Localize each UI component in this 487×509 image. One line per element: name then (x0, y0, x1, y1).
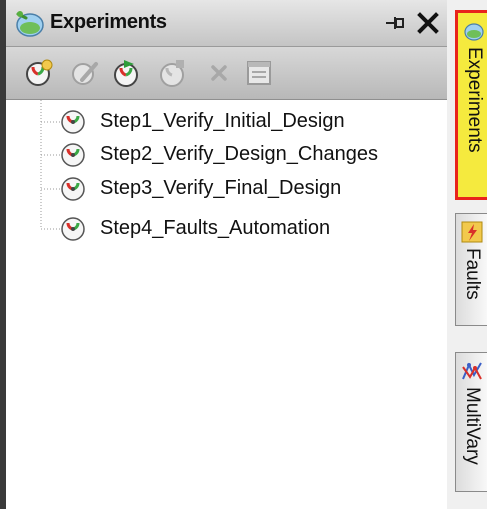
experiment-gauge-icon (61, 110, 85, 134)
tab-label: Experiments (464, 47, 485, 153)
panel-title-bar[interactable]: Experiments (6, 0, 447, 47)
panel-title: Experiments (50, 11, 167, 33)
delete-icon[interactable] (204, 58, 234, 88)
run-experiment-icon[interactable] (112, 58, 142, 88)
faults-lightning-icon (461, 221, 483, 243)
experiments-panel: Experiments Step1_Verify_Initial_Design … (0, 0, 447, 509)
experiment-gauge-icon (61, 143, 85, 167)
experiment-gauge-icon (61, 217, 85, 241)
side-tab-strip: Experiments Faults MultiVary (447, 0, 487, 509)
stop-experiment-icon[interactable] (158, 58, 188, 88)
tab-multivary[interactable]: MultiVary (455, 352, 487, 492)
tree-item-label: Step1_Verify_Initial_Design (100, 110, 345, 132)
multivary-icon (462, 362, 482, 380)
new-experiment-icon[interactable] (24, 58, 54, 88)
tree-item-step1[interactable]: Step1_Verify_Initial_Design (6, 105, 426, 138)
edit-experiment-icon[interactable] (70, 58, 100, 88)
tree-item-label: Step2_Verify_Design_Changes (100, 143, 378, 165)
tree-item-label: Step4_Faults_Automation (100, 217, 331, 239)
tab-label: MultiVary (462, 387, 483, 465)
tab-label: Faults (462, 248, 483, 300)
experiments-flask-icon (16, 11, 44, 37)
tab-experiments[interactable]: Experiments (455, 10, 487, 200)
experiments-tree: Step1_Verify_Initial_Design Step2_Verify… (6, 100, 447, 500)
tree-item-step4[interactable]: Step4_Faults_Automation (6, 212, 426, 245)
tree-item-step3[interactable]: Step3_Verify_Final_Design (6, 172, 426, 205)
tree-item-label: Step3_Verify_Final_Design (100, 177, 342, 199)
experiment-gauge-icon (61, 177, 85, 201)
tree-item-step2[interactable]: Step2_Verify_Design_Changes (6, 138, 426, 171)
pin-icon[interactable] (384, 14, 406, 32)
close-icon[interactable] (416, 10, 440, 36)
tab-faults[interactable]: Faults (455, 213, 487, 326)
properties-icon[interactable] (244, 58, 274, 88)
experiments-flask-icon (464, 23, 484, 41)
experiments-toolbar (6, 47, 447, 100)
